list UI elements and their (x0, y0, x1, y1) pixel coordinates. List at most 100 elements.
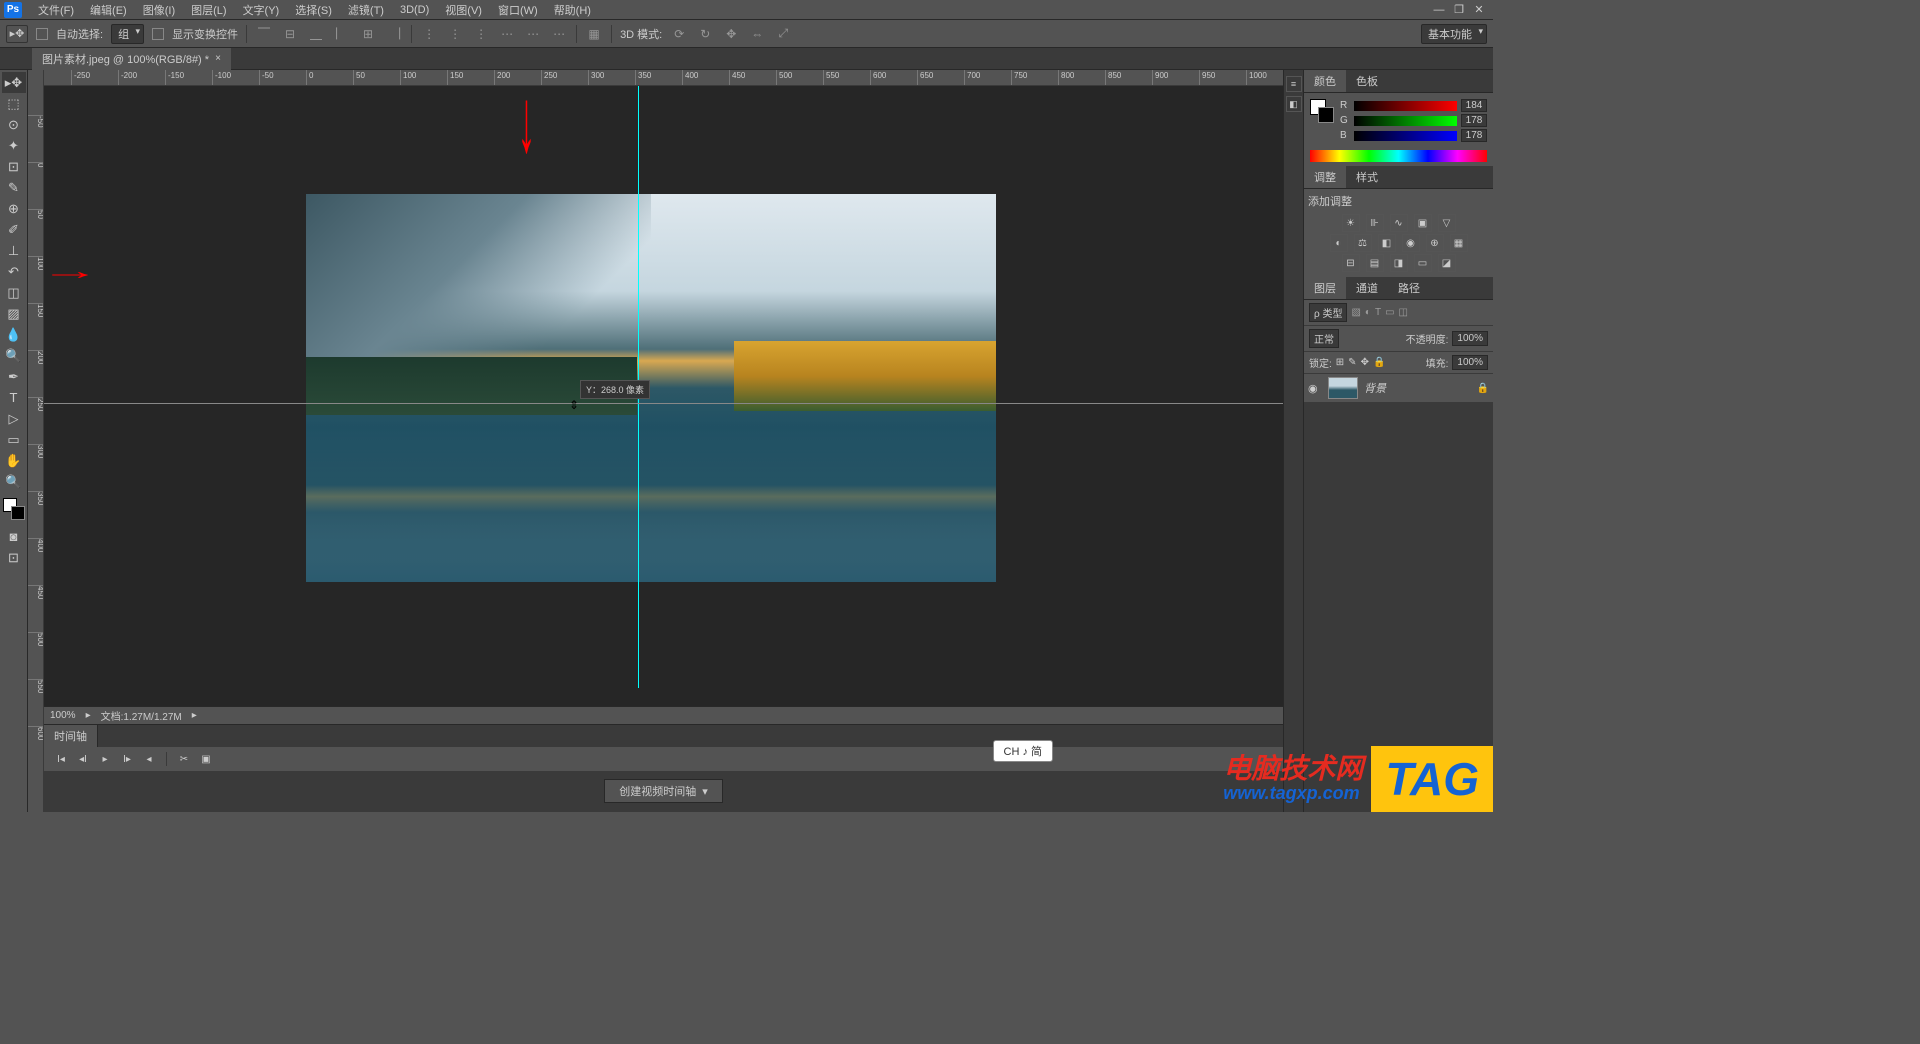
menu-layer[interactable]: 图层(L) (183, 2, 234, 18)
doc-info[interactable]: 文档:1.27M/1.27M (101, 708, 182, 723)
vertical-ruler[interactable]: -50050100150200250300350400450500550600 (28, 70, 44, 812)
menu-file[interactable]: 文件(F) (30, 2, 82, 18)
adj-gradientmap-icon[interactable]: ▭ (1414, 254, 1432, 272)
adj-bw-icon[interactable]: ◧ (1378, 234, 1396, 252)
timeline-play-icon[interactable]: ▸ (96, 751, 114, 767)
menu-window[interactable]: 窗口(W) (490, 2, 546, 18)
filter-pixel-icon[interactable]: ▧ (1351, 307, 1360, 318)
3d-slide-icon[interactable]: ⇔ (748, 26, 766, 42)
brush-tool[interactable]: ✐ (2, 219, 26, 240)
tab-styles[interactable]: 样式 (1346, 166, 1388, 188)
workspace-dropdown[interactable]: 基本功能 (1421, 24, 1487, 44)
timeline-last-icon[interactable]: ◂ (140, 751, 158, 767)
align-bottom-icon[interactable]: ⎽ (307, 26, 325, 42)
layer-name[interactable]: 背景 (1364, 380, 1471, 396)
b-slider[interactable] (1354, 131, 1457, 141)
hand-tool[interactable]: ✋ (2, 450, 26, 471)
timeline-first-icon[interactable]: I◂ (52, 751, 70, 767)
distribute-hcenter-icon[interactable]: ⋯ (524, 26, 542, 42)
tab-paths[interactable]: 路径 (1388, 277, 1430, 299)
layer-thumbnail[interactable] (1328, 377, 1358, 399)
magic-wand-tool[interactable]: ✦ (2, 135, 26, 156)
b-value[interactable]: 178 (1461, 129, 1487, 142)
adj-channelmixer-icon[interactable]: ⊕ (1426, 234, 1444, 252)
zoom-tool[interactable]: 🔍 (2, 471, 26, 492)
distribute-vcenter-icon[interactable]: ⋮ (446, 26, 464, 42)
distribute-top-icon[interactable]: ⋮ (420, 26, 438, 42)
adj-curves-icon[interactable]: ∿ (1390, 214, 1408, 232)
lock-pos-icon[interactable]: ✥ (1361, 357, 1369, 368)
active-tool-icon[interactable]: ▸✥ (6, 25, 28, 43)
adj-invert-icon[interactable]: ⊟ (1342, 254, 1360, 272)
distribute-bottom-icon[interactable]: ⋮ (472, 26, 490, 42)
gradient-tool[interactable]: ▨ (2, 303, 26, 324)
distribute-right-icon[interactable]: ⋯ (550, 26, 568, 42)
filter-smart-icon[interactable]: ◫ (1399, 307, 1408, 318)
tab-channels[interactable]: 通道 (1346, 277, 1388, 299)
tab-adjustments[interactable]: 调整 (1304, 166, 1346, 188)
align-hcenter-icon[interactable]: ⊞ (359, 26, 377, 42)
dodge-tool[interactable]: 🔍 (2, 345, 26, 366)
menu-filter[interactable]: 滤镜(T) (340, 2, 392, 18)
dock-history-icon[interactable]: ≡ (1286, 76, 1302, 92)
autoselect-checkbox[interactable] (36, 28, 48, 40)
pen-tool[interactable]: ✒ (2, 366, 26, 387)
adj-levels-icon[interactable]: ⊪ (1366, 214, 1384, 232)
status-arrow-icon[interactable]: ▸ (86, 710, 91, 721)
layer-lock-icon[interactable]: 🔒 (1477, 383, 1489, 394)
adj-photofilter-icon[interactable]: ◉ (1402, 234, 1420, 252)
adj-selective-icon[interactable]: ◪ (1438, 254, 1456, 272)
type-tool[interactable]: T (2, 387, 26, 408)
window-minimize[interactable]: — (1429, 2, 1449, 18)
horizontal-ruler[interactable]: -300-250-200-150-100-5005010015020025030… (44, 70, 1283, 86)
stamp-tool[interactable]: ⊥ (2, 240, 26, 261)
marquee-tool[interactable]: ⬚ (2, 93, 26, 114)
align-top-icon[interactable]: ⎺ (255, 26, 273, 42)
timeline-prev-icon[interactable]: ◂I (74, 751, 92, 767)
blur-tool[interactable]: 💧 (2, 324, 26, 345)
move-tool[interactable]: ▸✥ (2, 72, 26, 93)
r-value[interactable]: 184 (1461, 99, 1487, 112)
lasso-tool[interactable]: ⊙ (2, 114, 26, 135)
g-value[interactable]: 178 (1461, 114, 1487, 127)
panel-color-swatches[interactable] (1310, 99, 1334, 123)
align-right-icon[interactable]: ⎹ (385, 26, 403, 42)
window-close[interactable]: ✕ (1469, 2, 1489, 18)
menu-help[interactable]: 帮助(H) (546, 2, 599, 18)
lock-all-icon[interactable]: 🔒 (1373, 357, 1385, 368)
3d-roll-icon[interactable]: ↻ (696, 26, 714, 42)
background-swatch[interactable] (11, 506, 25, 520)
adj-posterize-icon[interactable]: ▤ (1366, 254, 1384, 272)
tab-layers[interactable]: 图层 (1304, 277, 1346, 299)
timeline-cut-icon[interactable]: ✂ (175, 751, 193, 767)
eyedropper-tool[interactable]: ✎ (2, 177, 26, 198)
healing-tool[interactable]: ⊕ (2, 198, 26, 219)
show-transform-checkbox[interactable] (152, 28, 164, 40)
dropdown-icon[interactable]: ▾ (702, 785, 708, 798)
doc-tab[interactable]: 图片素材.jpeg @ 100%(RGB/8#) * × (32, 48, 231, 70)
tab-swatches[interactable]: 色板 (1346, 70, 1388, 92)
distribute-left-icon[interactable]: ⋯ (498, 26, 516, 42)
adj-hue-icon[interactable]: ◐ (1330, 234, 1348, 252)
g-slider[interactable] (1354, 116, 1457, 126)
align-left-icon[interactable]: ⎸ (333, 26, 351, 42)
lock-pixel-icon[interactable]: ✎ (1348, 357, 1356, 368)
r-slider[interactable] (1354, 101, 1457, 111)
filter-adjust-icon[interactable]: ◐ (1365, 307, 1371, 318)
history-brush-tool[interactable]: ↶ (2, 261, 26, 282)
filter-shape-icon[interactable]: ▭ (1385, 307, 1394, 318)
crop-tool[interactable]: ⊡ (2, 156, 26, 177)
layer-kind-dropdown[interactable]: ρ 类型 (1309, 303, 1347, 322)
menu-3d[interactable]: 3D(D) (392, 4, 437, 16)
opacity-value[interactable]: 100% (1452, 331, 1488, 346)
layer-row[interactable]: ◉ 背景 🔒 (1304, 374, 1493, 403)
window-maximize[interactable]: ❐ (1449, 2, 1469, 18)
filter-type-icon[interactable]: T (1375, 307, 1381, 318)
create-timeline-button[interactable]: 创建视频时间轴▾ (604, 779, 723, 803)
layer-visibility-icon[interactable]: ◉ (1308, 382, 1322, 395)
dock-properties-icon[interactable]: ◧ (1286, 96, 1302, 112)
zoom-level[interactable]: 100% (50, 710, 76, 721)
3d-orbit-icon[interactable]: ⟳ (670, 26, 688, 42)
blend-mode-dropdown[interactable]: 正常 (1309, 329, 1339, 348)
ime-indicator[interactable]: CH ♪ 简 (993, 740, 1054, 762)
